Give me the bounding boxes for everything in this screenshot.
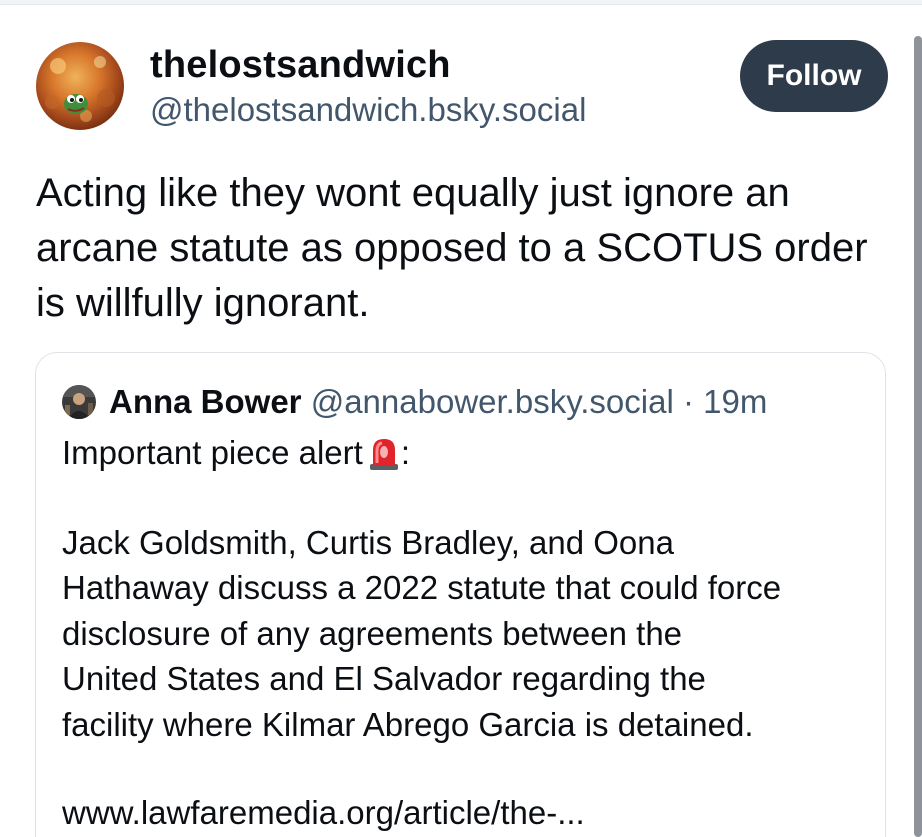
scrollbar[interactable] [914, 36, 922, 837]
top-divider [0, 0, 922, 5]
author-avatar[interactable] [36, 42, 124, 130]
quote-paragraph-line: Hathaway discuss a 2022 statute that cou… [62, 569, 782, 607]
quote-author-avatar[interactable] [62, 385, 96, 419]
author-handle[interactable]: @thelostsandwich.bsky.social [150, 91, 586, 129]
quote-header: Anna Bower @annabower.bsky.social · 19m [109, 382, 767, 422]
quote-line1-suffix: : [400, 434, 410, 471]
quote-paragraph-line: United States and El Salvador regarding … [62, 660, 706, 698]
quote-paragraph-line: Jack Goldsmith, Curtis Bradley, and Oona [62, 524, 674, 561]
quote-paragraph-line: disclosure of any agreements between the [62, 614, 683, 652]
quote-timestamp: 19m [703, 383, 768, 420]
post-view: thelostsandwich @thelostsandwich.bsky.so… [0, 0, 922, 837]
profile-photo-avatar [62, 385, 96, 419]
author-display-name[interactable]: thelostsandwich [150, 44, 451, 87]
frog-avatar-icon [36, 42, 124, 130]
article-link[interactable]: www.lawfaremedia.org/article/the-... [62, 790, 585, 835]
post-text: Acting like they wont equally just ignor… [36, 171, 868, 325]
quote-paragraph: Jack Goldsmith, Curtis Bradley, and Oona… [62, 520, 872, 747]
quote-author-name[interactable]: Anna Bower [109, 383, 302, 420]
police-siren-icon [367, 435, 401, 471]
quote-separator: · [682, 383, 694, 420]
follow-button[interactable]: Follow [740, 40, 888, 112]
quote-paragraph-line: facility where Kilmar Abrego Garcia is d… [62, 705, 754, 743]
quote-author-handle[interactable]: @annabower.bsky.social [311, 383, 674, 420]
quote-first-line: Important piece alert : [62, 430, 872, 475]
quote-line1-text: Important piece alert [62, 434, 363, 471]
